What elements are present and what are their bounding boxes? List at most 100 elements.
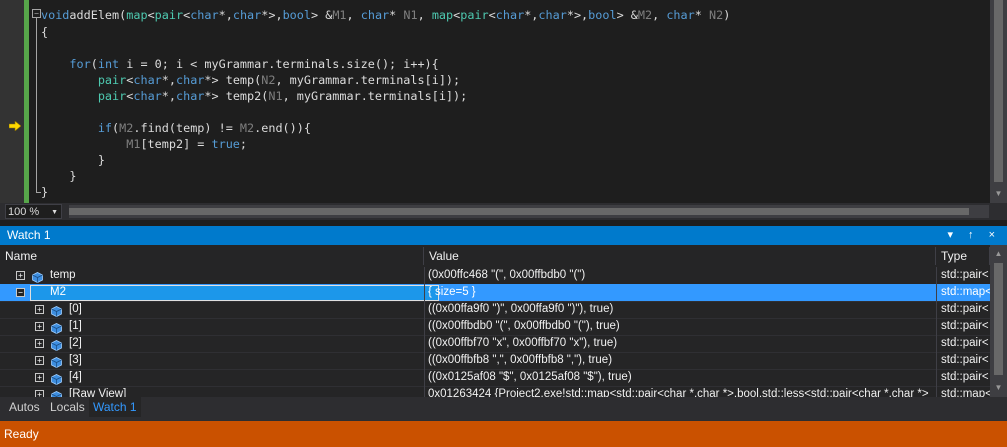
code-line[interactable]: } — [41, 152, 105, 168]
expand-icon[interactable]: + — [35, 305, 44, 314]
code-token: *, — [161, 89, 176, 103]
code-token: ) — [723, 8, 731, 22]
watch-row[interactable]: − M2 { size=5 } std::map< — [0, 284, 990, 302]
code-line[interactable]: pair<char*,char*> temp2(N1, myGrammar.te… — [41, 88, 467, 104]
editor-scroll-thumb[interactable] — [994, 0, 1003, 182]
tab-autos[interactable]: Autos — [5, 397, 44, 417]
code-token: map — [126, 8, 148, 22]
expand-icon[interactable]: + — [35, 322, 44, 331]
watch-name-cell[interactable]: [4] — [69, 369, 422, 386]
code-token: *>, — [261, 8, 283, 22]
watch-row[interactable]: + [Raw View] 0x01263424 {Project2.exe!std:… — [0, 386, 990, 397]
code-token: pair — [97, 73, 127, 87]
expand-icon[interactable]: + — [35, 390, 44, 397]
horizontal-scroll-thumb[interactable] — [69, 208, 969, 215]
code-editor[interactable]: − voidaddElem(map<pair<char*,char*>,bool… — [0, 0, 1007, 203]
expand-icon[interactable]: + — [16, 271, 25, 280]
watch-value-cell[interactable]: 0x01263424 {Project2.exe!std::map<std::p… — [428, 386, 934, 397]
editor-zoom-bar: 100 % ▼ — [0, 203, 1007, 220]
watch-name-cell[interactable]: [Raw View] — [69, 386, 422, 397]
watch-value-cell[interactable]: ((0x00ffbdb0 "(", 0x00ffbdb0 "("), true) — [428, 318, 934, 335]
code-token: char — [133, 89, 162, 103]
code-token: for — [69, 57, 91, 71]
variable-object-icon — [51, 372, 62, 385]
code-token: M1 — [126, 137, 141, 151]
watch-name-cell[interactable]: [2] — [69, 335, 422, 352]
code-line[interactable]: voidaddElem(map<pair<char*,char*>,bool> … — [41, 7, 730, 23]
watch-row[interactable]: + [2] ((0x00ffbf70 "x", 0x00ffbf70 "x"), t… — [0, 335, 990, 353]
editor-horizontal-scrollbar[interactable] — [69, 205, 989, 218]
watch-row[interactable]: + [0] ((0x00ffa9f0 ")", 0x00ffa9f0 ")"), t… — [0, 301, 990, 319]
column-header-name[interactable]: Name — [0, 247, 424, 265]
scroll-down-arrow-icon[interactable]: ▼ — [990, 381, 1007, 395]
code-line[interactable]: for(int i = 0; i < myGrammar.terminals.s… — [41, 56, 438, 72]
code-token: < — [488, 8, 496, 22]
code-token: * — [389, 8, 404, 22]
watch-name-cell[interactable]: [1] — [69, 318, 422, 335]
watch-type-cell: std::map< — [941, 286, 990, 298]
code-token: bool — [588, 8, 617, 22]
watch-grid[interactable]: Name Value Type + temp (0x00ffc468 "(", 0x… — [0, 245, 1007, 397]
code-line[interactable]: { — [41, 24, 48, 40]
code-token: .find(temp) != — [133, 121, 240, 135]
debug-tool-tabs: Autos Locals Watch 1 — [0, 397, 1007, 417]
code-token: bool — [282, 8, 311, 22]
watch-name-cell[interactable]: [3] — [69, 352, 422, 369]
code-token: pair — [154, 8, 184, 22]
code-token: } — [41, 153, 105, 167]
collapse-icon[interactable]: − — [16, 288, 25, 297]
code-area[interactable]: − voidaddElem(map<pair<char*,char*>,bool… — [31, 0, 990, 203]
watch-row[interactable]: + [3] ((0x00ffbfb8 ",", 0x00ffbfb8 ","), t… — [0, 352, 990, 370]
code-line[interactable]: if(M2.find(temp) != M2.end()){ — [41, 120, 311, 136]
watch-scroll-thumb[interactable] — [994, 263, 1003, 375]
code-token: char — [538, 8, 567, 22]
watch-type-cell: std::pair< — [941, 269, 989, 281]
column-header-type[interactable]: Type — [936, 247, 990, 265]
watch-row[interactable]: + [4] ((0x0125af08 "$", 0x0125af08 "$"), t… — [0, 369, 990, 387]
watch-value-cell[interactable]: ((0x0125af08 "$", 0x0125af08 "$"), true) — [428, 369, 934, 386]
expand-icon[interactable]: + — [35, 339, 44, 348]
code-token: { — [41, 25, 49, 39]
code-token: if — [97, 121, 113, 135]
watch-value-cell[interactable]: ((0x00ffbf70 "x", 0x00ffbf70 "x"), true) — [428, 335, 934, 352]
window-controls-icon[interactable]: ▾ ↑ × — [947, 226, 1001, 245]
tab-locals[interactable]: Locals — [46, 397, 89, 417]
code-token: .end()){ — [254, 121, 311, 135]
zoom-level-dropdown[interactable]: 100 % ▼ — [5, 204, 62, 219]
column-header-value[interactable]: Value — [424, 247, 936, 265]
code-token: , — [652, 8, 667, 22]
watch-name-cell[interactable]: temp — [50, 267, 422, 284]
status-bar: Ready — [0, 421, 1007, 447]
indicator-margin[interactable] — [0, 0, 24, 203]
code-token: M2 — [239, 121, 255, 135]
code-line[interactable]: } — [41, 168, 76, 184]
code-line[interactable]: } — [41, 184, 48, 200]
watch-row[interactable]: + temp (0x00ffc468 "(", 0x00ffbdb0 "(") std… — [0, 267, 990, 285]
watch-value-cell[interactable]: (0x00ffc468 "(", 0x00ffbdb0 "(") — [428, 267, 934, 284]
watch-value-cell[interactable]: ((0x00ffbfb8 ",", 0x00ffbfb8 ","), true) — [428, 352, 934, 369]
code-token: , — [346, 8, 361, 22]
editor-vertical-scrollbar[interactable]: ▼ — [990, 0, 1007, 203]
watch-name-cell[interactable]: [0] — [69, 301, 422, 318]
scroll-down-arrow-icon[interactable]: ▼ — [990, 187, 1007, 201]
watch-row[interactable]: + [1] ((0x00ffbdb0 "(", 0x00ffbdb0 "("), t… — [0, 318, 990, 336]
code-token: > & — [616, 8, 638, 22]
tab-watch-1[interactable]: Watch 1 — [89, 397, 141, 417]
code-line[interactable]: M1[temp2] = true; — [41, 136, 247, 152]
expand-icon[interactable]: + — [35, 373, 44, 382]
code-line[interactable]: pair<char*,char*> temp(N2, myGrammar.ter… — [41, 72, 460, 88]
variable-object-icon — [51, 321, 62, 334]
variable-object-icon — [32, 270, 43, 283]
watch-value-cell[interactable]: ((0x00ffa9f0 ")", 0x00ffa9f0 ")"), true) — [428, 301, 934, 318]
code-token: N1 — [268, 89, 283, 103]
code-token: , myGrammar.terminals[i]); — [282, 89, 468, 103]
expand-icon[interactable]: + — [35, 356, 44, 365]
code-token: ( — [90, 57, 98, 71]
watch-window-header[interactable]: Watch 1 ▾ ↑ × — [0, 226, 1007, 245]
watch-name-cell[interactable]: M2 — [50, 284, 422, 301]
watch-window-title: Watch 1 — [7, 228, 51, 242]
watch-vertical-scrollbar[interactable]: ▲ ▼ — [990, 245, 1007, 397]
watch-value-cell[interactable]: { size=5 } — [428, 284, 934, 301]
scroll-up-arrow-icon[interactable]: ▲ — [990, 247, 1007, 261]
